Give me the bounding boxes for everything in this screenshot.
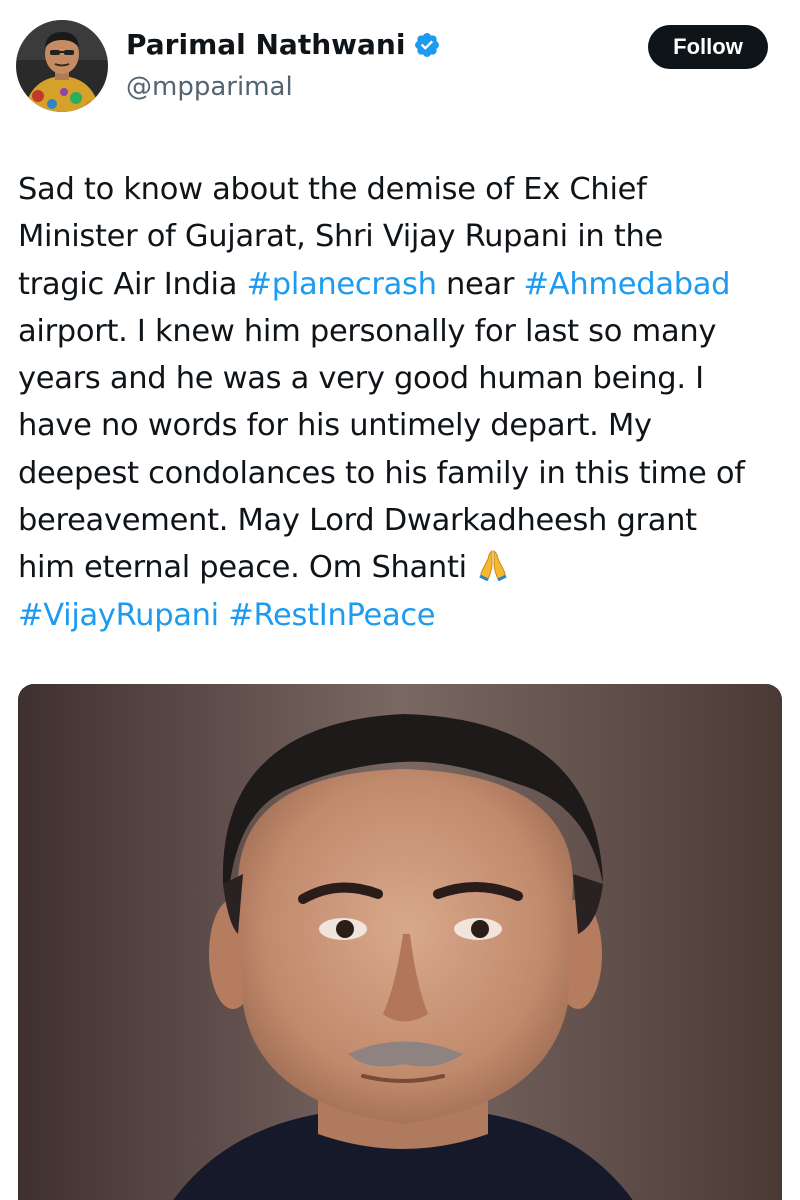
tweet-line: him eternal peace. Om Shanti (18, 544, 793, 591)
hashtag-link[interactable]: #Ahmedabad (524, 267, 731, 302)
hashtag-link[interactable]: #VijayRupani (18, 598, 219, 633)
folded-hands-icon (476, 549, 510, 582)
tweet-line: airport. I knew him personally for last … (18, 313, 717, 349)
tweet-text: Sad to know about the demise of Ex Chief… (18, 166, 793, 639)
tweet-line: #VijayRupani #RestInPeace (18, 592, 793, 639)
tweet-media-photo[interactable] (18, 684, 782, 1200)
avatar-image (16, 20, 108, 112)
tweet-text-segment: near (436, 266, 524, 302)
author-handle[interactable]: @mpparimal (126, 72, 293, 102)
tweet-line: years and he was a very good human being… (18, 361, 704, 397)
tweet-text-segment (219, 598, 228, 633)
tweet-line: tragic Air India #planecrash near #Ahmed… (18, 261, 793, 308)
tweet-line: Sad to know about the demise of Ex Chief (18, 172, 647, 207)
hashtag-link[interactable]: #RestInPeace (228, 598, 435, 633)
author-name-text: Parimal Nathwani (126, 28, 406, 61)
portrait-photo (18, 684, 782, 1200)
tweet-line: Minister of Gujarat, Shri Vijay Rupani i… (18, 219, 663, 255)
follow-button[interactable]: Follow (648, 25, 768, 69)
tweet-card: Parimal Nathwani @mpparimal Follow Sad t… (0, 0, 800, 1200)
hashtag-link[interactable]: #planecrash (247, 267, 437, 302)
tweet-line: bereavement. May Lord Dwarkadheesh grant (18, 503, 697, 539)
tweet-text-segment: tragic Air India (18, 266, 247, 302)
author-display-name[interactable]: Parimal Nathwani (126, 28, 441, 61)
author-avatar[interactable] (16, 20, 108, 112)
tweet-line: deepest condolances to his family in thi… (18, 455, 745, 491)
tweet-line: have no words for his untimely depart. M… (18, 408, 652, 444)
verified-badge-icon (413, 31, 441, 59)
tweet-text-segment: him eternal peace. Om Shanti (18, 550, 477, 586)
